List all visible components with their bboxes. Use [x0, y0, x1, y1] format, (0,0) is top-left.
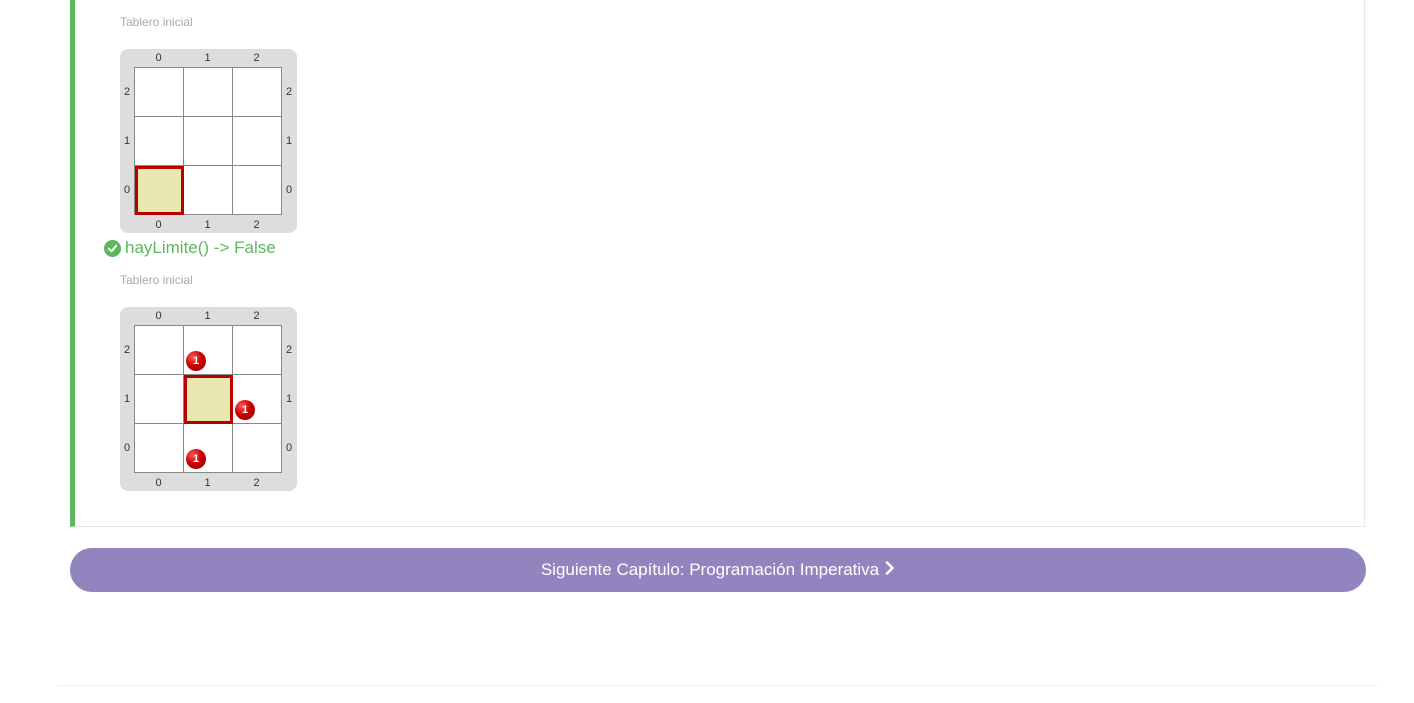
column-label: 1 [204, 52, 211, 64]
column-label: 2 [253, 219, 260, 231]
red-ball-icon: 1 [186, 449, 206, 469]
test-result: hayLimite() -> False [104, 237, 276, 259]
board-cell [233, 326, 282, 375]
row-label: 0 [123, 183, 131, 196]
board-cell [135, 326, 184, 375]
gobstones-board: 0 0 1 1 2 2 2 2 1 1 0 0 1 1 1 [120, 307, 297, 491]
column-label: 0 [155, 310, 162, 322]
check-circle-icon [104, 239, 121, 257]
column-label: 0 [155, 477, 162, 489]
board-cell [233, 424, 282, 473]
board-cell [135, 424, 184, 473]
board-cell [135, 68, 184, 117]
row-label: 2 [123, 343, 131, 356]
row-label: 0 [285, 441, 293, 454]
next-chapter-label: Siguiente Capítulo: Programación Imperat… [540, 560, 880, 579]
board-cell [233, 166, 282, 215]
board-cell [184, 166, 233, 215]
board-grid: 1 1 1 [134, 325, 282, 473]
column-label: 1 [204, 219, 211, 231]
board-cell [233, 117, 282, 166]
column-label: 0 [155, 219, 162, 231]
row-label: 0 [123, 441, 131, 454]
red-ball-icon: 1 [186, 351, 206, 371]
chevron-right-icon [885, 560, 895, 580]
column-label: 0 [155, 52, 162, 64]
board-cell [184, 68, 233, 117]
footer-divider [57, 685, 1378, 686]
row-label: 2 [123, 85, 131, 98]
row-label: 2 [285, 343, 293, 356]
row-label: 2 [285, 85, 293, 98]
board-cell: 1 [184, 424, 233, 473]
row-label: 1 [285, 134, 293, 147]
board-head-cell [135, 166, 184, 215]
gobstones-board: 0 0 1 1 2 2 2 2 1 1 0 0 [120, 49, 297, 233]
board-cell [135, 117, 184, 166]
column-label: 2 [253, 477, 260, 489]
column-label: 1 [204, 477, 211, 489]
test-result-text: hayLimite() -> False [125, 238, 276, 257]
board-cell [233, 68, 282, 117]
column-label: 2 [253, 310, 260, 322]
board-cell [184, 117, 233, 166]
next-chapter-button[interactable]: Siguiente Capítulo: Programación Imperat… [70, 548, 1366, 592]
row-label: 0 [285, 183, 293, 196]
board-label: Tablero inicial [120, 273, 193, 287]
row-label: 1 [123, 134, 131, 147]
row-label: 1 [285, 392, 293, 405]
column-label: 1 [204, 310, 211, 322]
column-label: 2 [253, 52, 260, 64]
board-head-cell [184, 375, 233, 424]
red-ball-icon: 1 [235, 400, 255, 420]
board-grid [134, 67, 282, 215]
board-cell: 1 [233, 375, 282, 424]
board-cell [135, 375, 184, 424]
row-label: 1 [123, 392, 131, 405]
board-label: Tablero inicial [120, 15, 193, 29]
board-cell: 1 [184, 326, 233, 375]
